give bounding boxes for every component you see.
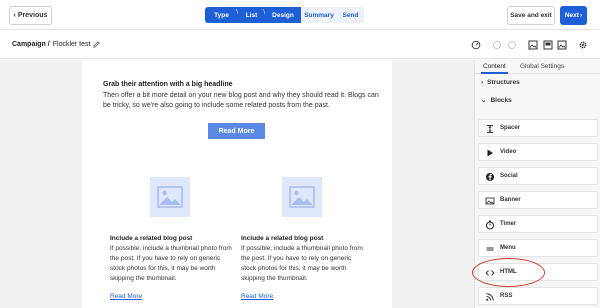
related-post-title[interactable]: Include a related blog post — [241, 235, 323, 242]
next-label: Next — [564, 12, 579, 19]
email-headline[interactable]: Grab their attention with a big headline — [103, 81, 233, 88]
step-list[interactable]: List — [238, 7, 269, 23]
tab-global-settings[interactable]: Global Settings — [520, 63, 564, 70]
thumbnail-placeholder[interactable] — [282, 177, 322, 217]
breadcrumb-root: Campaign / — [12, 41, 50, 48]
read-more-button[interactable]: Read More — [208, 123, 265, 139]
banner-icon — [485, 197, 495, 205]
block-label: Video — [500, 149, 517, 155]
chevron-left-icon: ‹ — [13, 12, 16, 19]
gauge-icon[interactable] — [471, 40, 481, 50]
menu-icon — [486, 247, 494, 251]
block-timer[interactable]: Timer — [478, 215, 598, 233]
step-send[interactable]: Send — [337, 7, 364, 23]
play-icon — [487, 149, 493, 157]
panel-tabs: Content Global Settings — [475, 60, 600, 74]
highlight-circle — [472, 258, 545, 287]
block-label: RSS — [500, 293, 513, 299]
previous-label: Previous — [17, 12, 48, 19]
tab-content[interactable]: Content — [481, 63, 508, 74]
related-post-link[interactable]: Read More — [110, 293, 142, 300]
spacer-icon — [487, 125, 493, 133]
step-progress: Type List Design Summary Send — [205, 7, 364, 23]
related-post-title[interactable]: Include a related blog post — [110, 235, 192, 242]
preview-icon[interactable] — [543, 40, 553, 50]
block-rss[interactable]: RSS — [478, 287, 598, 305]
gear-icon[interactable] — [578, 40, 588, 50]
block-label: Timer — [500, 221, 517, 227]
editor-toolbar: Campaign / Flockler test — [0, 31, 600, 59]
block-label: Menu — [500, 245, 516, 251]
campaign-name: Flockler test — [52, 41, 91, 48]
block-label: Spacer — [500, 125, 521, 131]
blocks-label: Blocks — [490, 96, 512, 104]
image-icon[interactable] — [557, 40, 567, 50]
step-summary[interactable]: Summary — [301, 7, 337, 23]
related-post-link[interactable]: Read More — [241, 293, 273, 300]
pencil-icon[interactable] — [92, 40, 101, 49]
related-post-body[interactable]: If possible, include a thumbnail photo f… — [241, 244, 365, 284]
chevron-right-icon: › — [481, 79, 484, 86]
chevron-right-icon: › — [579, 12, 583, 19]
breadcrumb: Campaign / Flockler test — [12, 41, 90, 48]
email-body[interactable]: Grab their attention with a big headline… — [82, 60, 392, 308]
previous-button[interactable]: ‹ Previous — [9, 6, 52, 25]
block-label: Social — [500, 173, 518, 179]
blocks-section[interactable]: ⌄ Blocks — [481, 96, 512, 105]
structures-label: Structures — [487, 79, 520, 86]
structures-section[interactable]: › Structures — [481, 79, 520, 86]
block-video[interactable]: Video — [478, 143, 598, 161]
image-placeholder-icon — [157, 186, 183, 208]
step-type-label: Type — [214, 11, 229, 19]
step-design[interactable]: Design — [265, 7, 301, 23]
next-button[interactable]: Next › — [560, 6, 587, 25]
step-design-label: Design — [272, 11, 294, 19]
thumbnail-placeholder[interactable] — [150, 177, 190, 217]
top-bar: ‹ Previous Type List Design Summary Send… — [0, 0, 600, 30]
undo-icon[interactable] — [492, 40, 502, 50]
step-summary-label: Summary — [304, 11, 334, 19]
image-placeholder-icon — [289, 186, 315, 208]
redo-icon[interactable] — [507, 40, 517, 50]
block-social[interactable]: Social — [478, 167, 598, 185]
image-icon[interactable] — [528, 40, 538, 50]
step-send-label: Send — [342, 11, 359, 19]
block-spacer[interactable]: Spacer — [478, 119, 598, 137]
save-and-exit-button[interactable]: Save and exit — [507, 6, 555, 25]
related-post-body[interactable]: If possible, include a thumbnail photo f… — [110, 244, 234, 284]
step-type[interactable]: Type — [205, 7, 242, 23]
block-banner[interactable]: Banner — [478, 191, 598, 209]
timer-icon — [486, 220, 494, 230]
email-lead-paragraph[interactable]: Then offer a bit more detail on your new… — [103, 91, 383, 111]
social-icon — [486, 173, 494, 181]
email-canvas: Grab their attention with a big headline… — [0, 60, 474, 308]
block-menu[interactable]: Menu — [478, 239, 598, 257]
block-label: Banner — [500, 197, 521, 203]
step-list-label: List — [245, 11, 258, 19]
rss-icon — [486, 293, 494, 301]
chevron-down-icon: ⌄ — [481, 97, 487, 104]
